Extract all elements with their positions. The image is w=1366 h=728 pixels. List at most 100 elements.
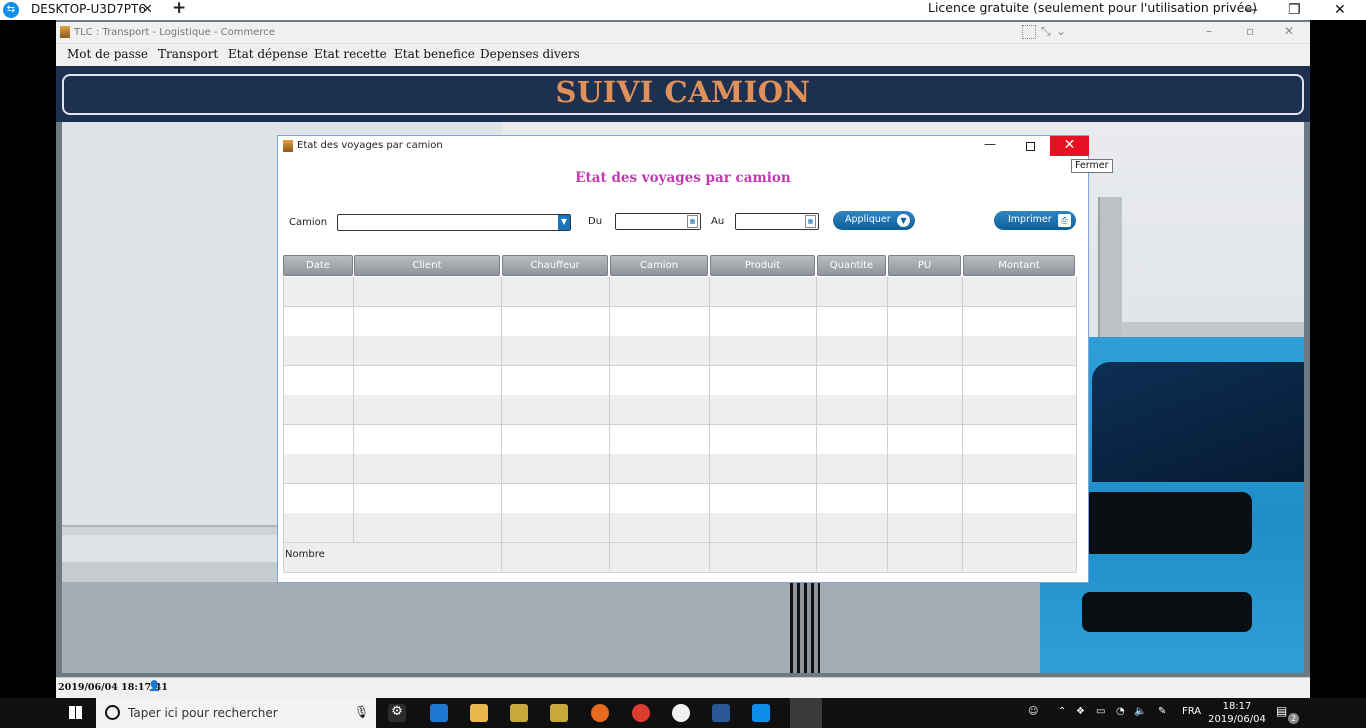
appliquer-button[interactable]: Appliquer ▼ bbox=[833, 211, 915, 230]
file-explorer-icon[interactable] bbox=[470, 704, 488, 722]
menu-etat-depense[interactable]: Etat dépense bbox=[228, 47, 308, 61]
windows-start-icon[interactable] bbox=[69, 706, 82, 719]
dialog-maximize-button[interactable] bbox=[1026, 142, 1035, 151]
network-icon[interactable]: ◔ bbox=[1116, 706, 1125, 717]
table-row[interactable] bbox=[283, 513, 1077, 543]
taskbar-search[interactable]: Taper ici pour rechercher 🎙 bbox=[96, 698, 376, 728]
app-maximize-button[interactable]: ▫ bbox=[1246, 24, 1254, 38]
chevron-down-icon[interactable]: ⌄ bbox=[1056, 24, 1066, 38]
menu-mot-de-passe[interactable]: Mot de passe bbox=[67, 47, 148, 61]
banner: SUIVI CAMION bbox=[56, 66, 1310, 122]
tv-close-button[interactable]: ✕ bbox=[1334, 0, 1346, 20]
app-coins-2-icon[interactable] bbox=[550, 704, 568, 722]
remote-toolbar-icon[interactable] bbox=[1022, 25, 1036, 39]
table-row[interactable] bbox=[283, 277, 1077, 307]
tv-minimize-button[interactable]: — bbox=[1244, 0, 1258, 20]
session-tab-close-icon[interactable]: ✕ bbox=[142, 0, 153, 19]
app-title-bar: TLC : Transport - Logistique - Commerce … bbox=[56, 22, 1310, 44]
app-close-button[interactable]: ✕ bbox=[1284, 24, 1294, 38]
table-row[interactable] bbox=[283, 395, 1077, 425]
status-bar: 2019/06/04 18:17:41 👤 bbox=[56, 677, 1310, 698]
menu-depenses-divers[interactable]: Depenses divers bbox=[480, 47, 580, 61]
truck-bumper bbox=[1082, 592, 1252, 632]
teamviewer-bar: ⇆ DESKTOP-U3D7PT6 ✕ + Licence gratuite (… bbox=[0, 0, 1366, 20]
column-divider bbox=[353, 277, 354, 542]
pen-icon[interactable]: ✎ bbox=[1158, 706, 1166, 717]
dialog-title: Etat des voyages par camion bbox=[297, 140, 443, 151]
column-header-montant[interactable]: Montant bbox=[963, 255, 1075, 276]
cortana-icon bbox=[105, 705, 120, 720]
imprimer-button[interactable]: Imprimer ⎙ bbox=[994, 211, 1076, 230]
menu-etat-benefice[interactable]: Etat benefice bbox=[394, 47, 475, 61]
column-header-date[interactable]: Date bbox=[283, 255, 353, 276]
column-header-quantite[interactable]: Quantite bbox=[817, 255, 886, 276]
table-row[interactable] bbox=[283, 336, 1077, 366]
calendar-icon[interactable]: ▦ bbox=[805, 215, 816, 228]
tray-chevron-up-icon[interactable]: ⌃ bbox=[1058, 706, 1066, 717]
dialog-minimize-button[interactable]: — bbox=[984, 137, 996, 151]
app-window-title: TLC : Transport - Logistique - Commerce bbox=[74, 27, 275, 38]
column-header-chauffeur[interactable]: Chauffeur bbox=[502, 255, 608, 276]
tv-restore-button[interactable]: ❐ bbox=[1288, 0, 1301, 20]
table-row[interactable] bbox=[283, 483, 1077, 514]
teamviewer-logo-icon: ⇆ bbox=[3, 2, 19, 18]
new-tab-button[interactable]: + bbox=[172, 0, 186, 18]
du-date-field[interactable]: ▦ bbox=[615, 213, 701, 230]
appliquer-label: Appliquer bbox=[845, 214, 891, 225]
language-indicator[interactable]: FRA bbox=[1182, 706, 1201, 717]
windows-taskbar: Taper ici pour rechercher 🎙 ⚙ ☺ ⌃ ❖ ▭ ◔ … bbox=[0, 698, 1366, 728]
calendar-icon[interactable]: ▦ bbox=[687, 215, 698, 228]
camion-select[interactable]: ▼ bbox=[337, 214, 571, 231]
table-row[interactable] bbox=[283, 365, 1077, 396]
session-tab[interactable]: DESKTOP-U3D7PT6 bbox=[22, 0, 162, 20]
settings-gear-icon[interactable]: ⚙ bbox=[388, 704, 406, 722]
user-icon: 👤 bbox=[148, 681, 161, 692]
app-minimize-button[interactable]: – bbox=[1206, 24, 1212, 38]
menu-etat-recette[interactable]: Etat recette bbox=[314, 47, 387, 61]
dropbox-icon[interactable]: ❖ bbox=[1076, 706, 1085, 717]
volume-icon[interactable]: 🔈 bbox=[1134, 706, 1146, 717]
teamviewer-icon[interactable] bbox=[752, 704, 770, 722]
dialog-icon bbox=[283, 140, 293, 152]
table-right-border bbox=[1076, 277, 1077, 571]
firefox-icon[interactable] bbox=[591, 704, 609, 722]
menu-bar: Mot de passe Transport Etat dépense Etat… bbox=[56, 44, 1310, 66]
banner-title: SUIVI CAMION bbox=[555, 75, 811, 109]
notification-icon[interactable]: ▤ bbox=[1276, 704, 1287, 718]
au-date-field[interactable]: ▦ bbox=[735, 213, 819, 230]
word-icon[interactable] bbox=[712, 704, 730, 722]
column-divider bbox=[816, 277, 817, 571]
dialog-close-button[interactable]: ✕ bbox=[1050, 136, 1089, 156]
notification-count: 2 bbox=[1288, 713, 1299, 724]
table-row[interactable] bbox=[283, 306, 1077, 337]
truck-windshield bbox=[1092, 362, 1304, 482]
tlc-app-task-icon[interactable] bbox=[790, 698, 822, 728]
taskbar-clock[interactable]: 18:17 2019/06/04 bbox=[1208, 700, 1266, 726]
table-row[interactable] bbox=[283, 424, 1077, 455]
edge-browser-icon[interactable] bbox=[430, 704, 448, 722]
chevron-down-icon[interactable]: ▼ bbox=[558, 215, 570, 230]
column-header-client[interactable]: Client bbox=[354, 255, 500, 276]
search-placeholder: Taper ici pour rechercher bbox=[128, 706, 278, 720]
column-divider bbox=[709, 277, 710, 571]
people-icon[interactable]: ☺ bbox=[1028, 706, 1038, 717]
column-header-camion[interactable]: Camion bbox=[610, 255, 708, 276]
table-row[interactable] bbox=[283, 454, 1077, 484]
fullscreen-icon[interactable]: ⤡ bbox=[1041, 24, 1051, 39]
clock-time: 18:17 bbox=[1222, 701, 1252, 712]
microphone-icon[interactable]: 🎙 bbox=[354, 705, 369, 719]
app-icon bbox=[60, 26, 70, 38]
column-header-pu[interactable]: PU bbox=[888, 255, 961, 276]
footer-row bbox=[283, 542, 1077, 573]
imprimer-label: Imprimer bbox=[1008, 214, 1052, 225]
menu-transport[interactable]: Transport bbox=[158, 47, 218, 61]
camion-label: Camion bbox=[289, 217, 328, 228]
voyages-dialog: Etat des voyages par camion — ✕ Etat des… bbox=[277, 135, 1089, 583]
column-divider bbox=[887, 277, 888, 571]
battery-icon[interactable]: ▭ bbox=[1096, 706, 1105, 717]
chrome-icon[interactable] bbox=[632, 704, 650, 722]
column-header-produit[interactable]: Produit bbox=[710, 255, 815, 276]
itunes-icon[interactable] bbox=[672, 704, 690, 722]
app-coins-icon[interactable] bbox=[510, 704, 528, 722]
column-divider bbox=[501, 277, 502, 571]
